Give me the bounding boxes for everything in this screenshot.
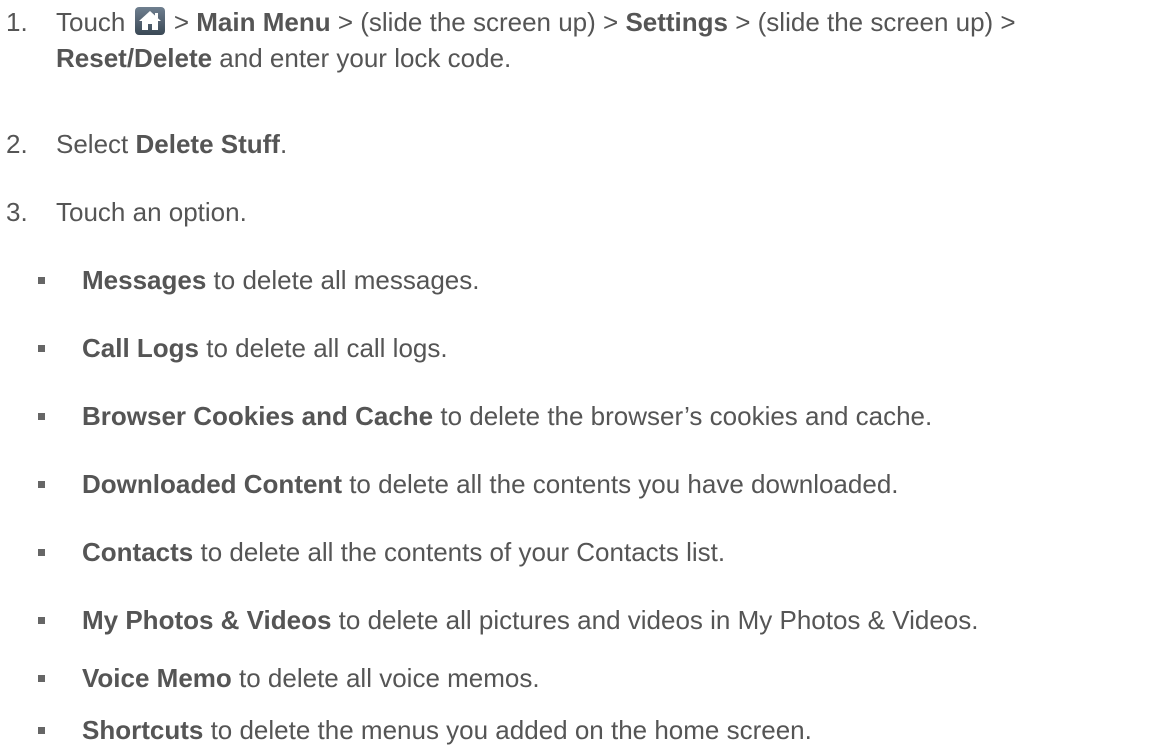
instructions-page: 1. Touch > Main Menu > (slide the screen… — [0, 0, 1152, 745]
bullet-marker — [38, 675, 45, 682]
delete-stuff-label: Delete Stuff — [135, 129, 280, 159]
option-name: Browser Cookies and Cache — [82, 401, 434, 431]
bullet-marker — [38, 549, 45, 556]
option-name: Voice Memo — [82, 663, 232, 693]
option-item: Shortcuts to delete the menus you added … — [0, 712, 1140, 748]
option-item: Downloaded Content to delete all the con… — [0, 466, 1140, 502]
option-item: Contacts to delete all the contents of y… — [0, 534, 1140, 570]
home-icon — [134, 7, 165, 35]
step-text: Touch > Main Menu > (slide the screen up… — [56, 7, 1016, 73]
bullet-marker — [38, 481, 45, 488]
step-number: 1. — [6, 7, 28, 37]
option-name: Contacts — [82, 537, 194, 567]
step-number: 3. — [6, 197, 28, 227]
option-name: Shortcuts — [82, 715, 204, 745]
bullet-marker — [38, 345, 45, 352]
step-3: 3. Touch an option. — [6, 194, 1136, 230]
option-name: Downloaded Content — [82, 469, 342, 499]
bullet-marker — [38, 617, 45, 624]
bullet-marker — [38, 277, 45, 284]
reset-delete-label: Reset/Delete — [56, 43, 213, 73]
option-item: My Photos & Videos to delete all picture… — [0, 602, 1140, 638]
option-item: Voice Memo to delete all voice memos. — [0, 660, 1140, 696]
step-number: 2. — [6, 129, 28, 159]
option-item: Messages to delete all messages. — [0, 262, 1140, 298]
step-2: 2. Select Delete Stuff. — [6, 126, 1136, 162]
option-name: Call Logs — [82, 333, 200, 363]
bullet-marker — [38, 727, 45, 734]
step-text: Touch an option. — [56, 197, 247, 227]
option-item: Browser Cookies and Cache to delete the … — [0, 398, 1140, 434]
bullet-marker — [38, 413, 45, 420]
step-1: 1. Touch > Main Menu > (slide the screen… — [6, 4, 1136, 76]
option-item: Call Logs to delete all call logs. — [0, 330, 1140, 366]
settings-label: Settings — [625, 7, 729, 37]
option-name: Messages — [82, 265, 207, 295]
option-name: My Photos & Videos — [82, 605, 332, 635]
step-text: Select Delete Stuff. — [56, 129, 288, 159]
main-menu-label: Main Menu — [196, 7, 331, 37]
